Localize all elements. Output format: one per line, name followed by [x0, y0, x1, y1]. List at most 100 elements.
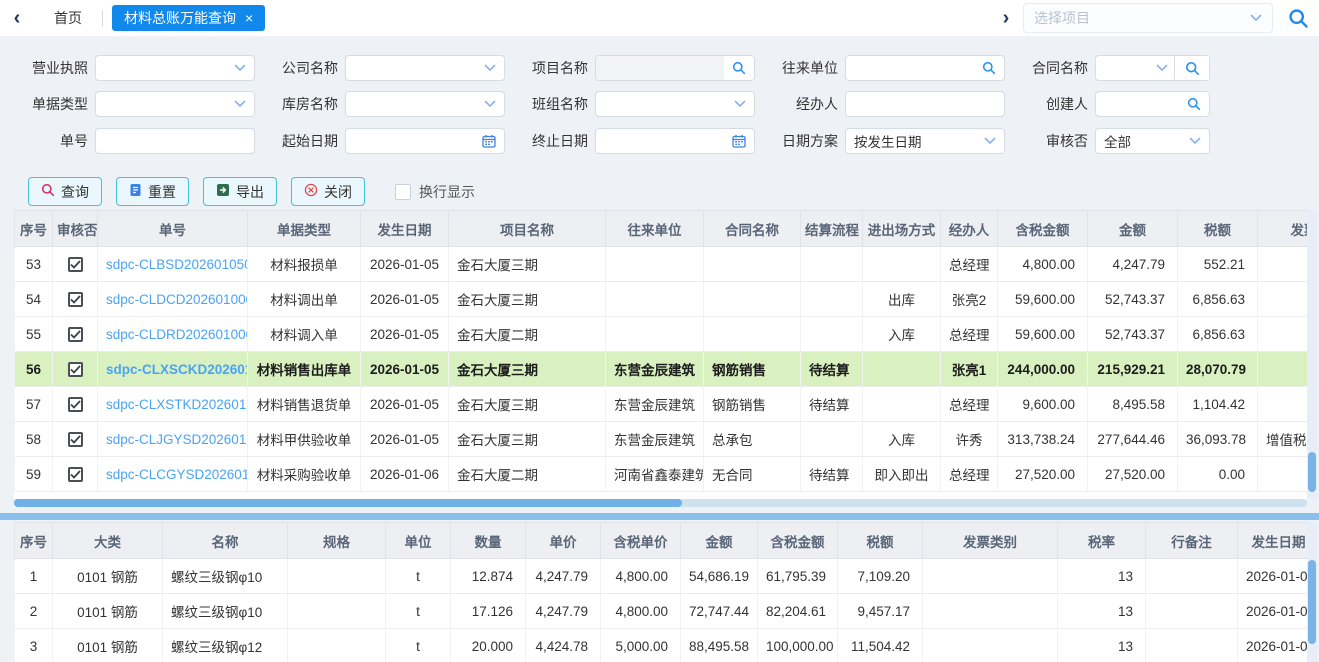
- cell-agent: 许秀: [941, 422, 998, 457]
- ledger-vertical-scrollbar[interactable]: [1307, 210, 1317, 499]
- ledger-horizontal-scrollbar[interactable]: [14, 499, 1307, 507]
- project-select-input[interactable]: [1034, 10, 1250, 26]
- calendar-icon[interactable]: [732, 134, 746, 148]
- detail-vertical-scrollbar-thumb[interactable]: [1308, 560, 1316, 644]
- reset-button[interactable]: 重置: [116, 177, 189, 206]
- approved-checkbox[interactable]: [68, 467, 83, 482]
- counterparty-input[interactable]: [854, 61, 982, 76]
- ledger-row-selected[interactable]: 56sdpc-CLXSCKD20260105材料销售出库单2026-01-05金…: [15, 352, 1308, 387]
- ledger-row[interactable]: 59sdpc-CLCGYSD20260106材料采购验收单2026-01-06金…: [15, 457, 1308, 492]
- ledger-row[interactable]: 58sdpc-CLJGYSD20260105材料甲供验收单2026-01-05金…: [15, 422, 1308, 457]
- calendar-icon[interactable]: [482, 134, 496, 148]
- ledger-row[interactable]: 54sdpc-CLDCD2026010000材料调出单2026-01-05金石大…: [15, 282, 1308, 317]
- start-date-field[interactable]: [345, 128, 505, 154]
- detail-column-header: 数量: [451, 523, 526, 559]
- tabs-scroll-right-icon[interactable]: ›: [989, 0, 1023, 36]
- company-name-select[interactable]: [345, 55, 505, 81]
- approved-checkbox[interactable]: [68, 432, 83, 447]
- chevron-down-icon: [1189, 137, 1201, 145]
- detail-row[interactable]: 20101 钢筋螺纹三级钢φ10t17.1264,247.794,800.007…: [15, 594, 1308, 629]
- cell-amount-tax-incl: 59,600.00: [998, 282, 1088, 317]
- doc-type-select[interactable]: [95, 91, 255, 117]
- cell-tax: 36,093.78: [1178, 422, 1258, 457]
- doc-no-input[interactable]: [104, 134, 246, 149]
- contract-name-select[interactable]: [1095, 55, 1210, 81]
- cell-in-out: [863, 387, 941, 422]
- cell-counterparty: [606, 317, 704, 352]
- search-icon[interactable]: [1187, 97, 1201, 111]
- query-button[interactable]: 查询: [28, 177, 102, 206]
- wrap-display-checkbox[interactable]: [395, 184, 411, 200]
- cell-date: 2026-01-06: [361, 457, 449, 492]
- ledger-column-header: 结算流程: [801, 211, 863, 247]
- warehouse-name-select[interactable]: [345, 91, 505, 117]
- ledger-row[interactable]: 55sdpc-CLDRD2026010000材料调入单2026-01-05金石大…: [15, 317, 1308, 352]
- project-search-icon[interactable]: [1285, 8, 1311, 29]
- cell-in-out: 入库: [863, 317, 941, 352]
- search-icon[interactable]: [1175, 56, 1209, 80]
- creator-field[interactable]: [1095, 91, 1210, 117]
- ledger-row[interactable]: 57sdpc-CLXSTKD20260105材料销售退货单2026-01-05金…: [15, 387, 1308, 422]
- cell-spec: [288, 629, 386, 662]
- team-name-select[interactable]: [595, 91, 755, 117]
- cell-doc-type: 材料采购验收单: [248, 457, 361, 492]
- cell-doc-no: sdpc-CLDCD2026010000: [98, 282, 248, 317]
- approved-checkbox[interactable]: [68, 292, 83, 307]
- date-scheme-select[interactable]: 按发生日期: [845, 128, 1005, 154]
- cell-tax: 6,856.63: [1178, 282, 1258, 317]
- detail-row[interactable]: 10101 钢筋螺纹三级钢φ10t12.8744,247.794,800.005…: [15, 559, 1308, 594]
- end-date-input[interactable]: [604, 134, 732, 149]
- doc-no-field[interactable]: [95, 128, 255, 154]
- doc-no-link[interactable]: sdpc-CLJGYSD20260105: [106, 432, 248, 447]
- doc-no-link[interactable]: sdpc-CLXSCKD20260105: [106, 362, 248, 377]
- doc-no-link[interactable]: sdpc-CLXSTKD20260105: [106, 397, 248, 412]
- ledger-row[interactable]: 53sdpc-CLBSD2026010500材料报损单2026-01-05金石大…: [15, 247, 1308, 282]
- approved-checkbox[interactable]: [68, 362, 83, 377]
- cell-tax: 7,109.20: [838, 559, 923, 594]
- close-button[interactable]: 关闭: [291, 177, 365, 206]
- ledger-vertical-scrollbar-thumb[interactable]: [1308, 452, 1316, 492]
- cell-date: 2026-01-05: [361, 422, 449, 457]
- tab-active[interactable]: 材料总账万能查询 ×: [112, 5, 265, 31]
- approved-checkbox[interactable]: [68, 327, 83, 342]
- doc-no-link[interactable]: sdpc-CLCGYSD20260106: [106, 467, 248, 482]
- ledger-horizontal-scrollbar-thumb[interactable]: [14, 499, 682, 507]
- cell-seq: 55: [15, 317, 53, 352]
- counterparty-field[interactable]: [845, 55, 1005, 81]
- end-date-field[interactable]: [595, 128, 755, 154]
- creator-input[interactable]: [1104, 97, 1187, 112]
- approved-checkbox[interactable]: [68, 397, 83, 412]
- action-toolbar: 查询重置导出关闭 换行显示: [0, 164, 1319, 206]
- cell-amount-tax-incl: 313,738.24: [998, 422, 1088, 457]
- tabs-scroll-left-icon[interactable]: ‹: [0, 0, 34, 36]
- detail-row[interactable]: 30101 钢筋螺纹三级钢φ12t20.0004,424.785,000.008…: [15, 629, 1308, 662]
- cell-in-out: 出库: [863, 282, 941, 317]
- filter-label-doc-type: 单据类型: [28, 94, 88, 114]
- export-button[interactable]: 导出: [203, 177, 277, 206]
- project-select[interactable]: [1023, 3, 1273, 33]
- approved-select[interactable]: 全部: [1095, 128, 1210, 154]
- start-date-input[interactable]: [354, 134, 482, 149]
- cell-doc-no: sdpc-CLBSD2026010500: [98, 247, 248, 282]
- cell-amount: 215,929.21: [1088, 352, 1178, 387]
- tab-home[interactable]: 首页: [34, 8, 102, 28]
- doc-no-link[interactable]: sdpc-CLBSD2026010500: [106, 257, 248, 272]
- doc-no-link[interactable]: sdpc-CLDRD2026010000: [106, 327, 248, 342]
- panel-splitter[interactable]: [0, 513, 1319, 520]
- business-license-select[interactable]: [95, 55, 255, 81]
- cell-amount: 8,495.58: [1088, 387, 1178, 422]
- ledger-column-header: 进出场方式: [863, 211, 941, 247]
- search-icon[interactable]: [724, 56, 754, 80]
- wrap-display-label: 换行显示: [419, 182, 475, 202]
- tab-close-icon[interactable]: ×: [245, 11, 253, 25]
- wrap-display-checkbox-group[interactable]: 换行显示: [395, 182, 475, 202]
- cell-unit-price: 4,424.78: [526, 629, 601, 662]
- agent-input[interactable]: [854, 97, 996, 112]
- ledger-table-clip: 序号审核否单号单据类型发生日期项目名称往来单位合同名称结算流程进出场方式经办人含…: [14, 210, 1307, 499]
- approved-checkbox[interactable]: [68, 257, 83, 272]
- detail-vertical-scrollbar[interactable]: [1307, 522, 1317, 662]
- project-name-field[interactable]: [595, 55, 755, 81]
- doc-no-link[interactable]: sdpc-CLDCD2026010000: [106, 292, 248, 307]
- search-icon[interactable]: [982, 61, 996, 75]
- agent-field[interactable]: [845, 91, 1005, 117]
